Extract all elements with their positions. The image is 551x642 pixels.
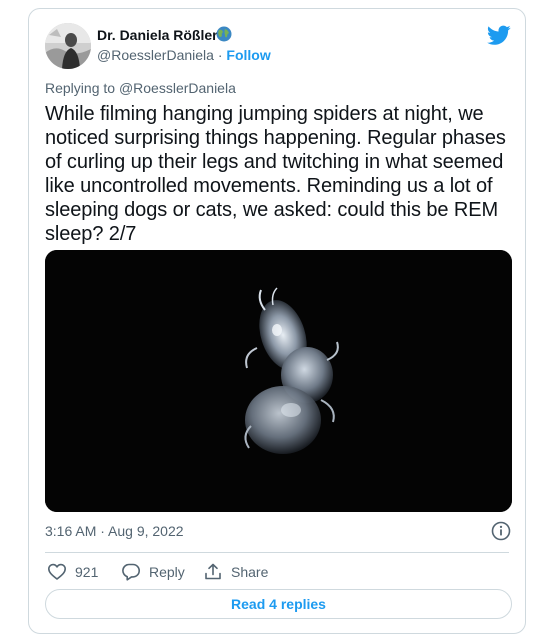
share-upload-icon (205, 563, 221, 580)
heart-icon (48, 563, 66, 580)
reply-button[interactable]: Reply (121, 561, 185, 583)
video-media[interactable] (45, 250, 512, 512)
handle-separator: · (213, 47, 227, 63)
tweet-card: Dr. Daniela Rößler @RoesslerDaniela · Fo… (28, 8, 526, 634)
read-replies-button[interactable]: Read 4 replies (45, 589, 512, 619)
spider-video-frame (45, 250, 512, 512)
speech-bubble-icon (122, 563, 140, 581)
reply-context: Replying to @RoesslerDaniela (45, 80, 236, 96)
author-name[interactable]: Dr. Daniela Rößler (97, 27, 218, 43)
reply-prefix: Replying to (45, 80, 119, 96)
share-button[interactable]: Share (203, 561, 268, 583)
globe-icon (216, 26, 232, 42)
reply-mention[interactable]: @RoesslerDaniela (119, 80, 236, 96)
tweet-timestamp[interactable]: 3:16 AM · Aug 9, 2022 (45, 523, 184, 539)
handle-row: @RoesslerDaniela · Follow (97, 47, 271, 63)
info-icon[interactable] (491, 521, 511, 541)
share-label: Share (231, 564, 269, 580)
reply-label: Reply (149, 564, 185, 580)
avatar[interactable] (45, 23, 91, 69)
twitter-bird-icon[interactable] (487, 23, 511, 47)
divider (45, 552, 509, 553)
follow-button[interactable]: Follow (226, 47, 270, 63)
tweet-text: While filming hanging jumping spiders at… (45, 103, 506, 245)
like-button[interactable]: 921 (47, 561, 98, 583)
author-handle[interactable]: @RoesslerDaniela (97, 47, 214, 63)
like-count: 921 (75, 564, 99, 580)
